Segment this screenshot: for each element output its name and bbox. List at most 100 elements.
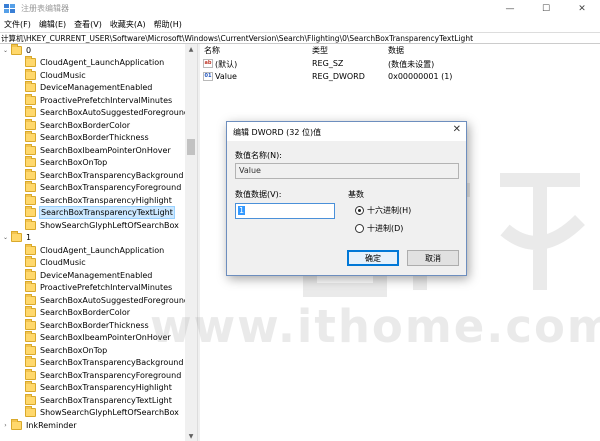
value-data: (数值未设置): [388, 60, 435, 69]
tree-node-label: SearchBoxIbeamPointerOnHover: [40, 333, 171, 343]
tree-node[interactable]: SearchBoxBorderThickness: [25, 318, 150, 332]
menu-favorites[interactable]: 收藏夹(A): [106, 19, 150, 30]
collapse-icon[interactable]: ⌄: [2, 234, 9, 241]
tree-node[interactable]: ShowSearchGlyphLeftOfSearchBox: [25, 218, 180, 232]
string-value-icon: ab: [203, 59, 213, 68]
folder-icon: [25, 406, 36, 418]
tree-node[interactable]: SearchBoxBorderColor: [25, 118, 131, 132]
column-type-header[interactable]: 类型: [312, 45, 328, 56]
tree-node[interactable]: SearchBoxTransparencyBackground: [25, 168, 184, 182]
radio-hexadecimal[interactable]: 十六进制(H): [355, 205, 411, 216]
ok-button[interactable]: 确定: [347, 250, 399, 266]
tree-node[interactable]: ProactivePrefetchIntervalMinutes: [25, 93, 173, 107]
menu-view[interactable]: 查看(V): [70, 19, 106, 30]
tree-node[interactable]: SearchBoxTransparencyHighlight: [25, 193, 173, 207]
folder-icon: [25, 331, 36, 343]
tree-node[interactable]: ProactivePrefetchIntervalMinutes: [25, 281, 173, 295]
tree-node[interactable]: SearchBoxTransparencyForeground: [25, 368, 182, 382]
collapse-icon[interactable]: ⌄: [2, 47, 9, 54]
tree-node-label: SearchBoxAutoSuggestedForegroundCo: [40, 295, 185, 305]
tree-node[interactable]: CloudMusic: [25, 256, 87, 270]
tree-node[interactable]: SearchBoxAutoSuggestedForegroundCo: [25, 106, 185, 120]
close-button[interactable]: ✕: [564, 0, 600, 17]
tree-node[interactable]: CloudAgent_LaunchApplication: [25, 56, 165, 70]
tree-node[interactable]: SearchBoxAutoSuggestedForegroundCo: [25, 293, 185, 307]
cancel-button[interactable]: 取消: [407, 250, 459, 266]
value-row-default[interactable]: ab (默认) REG_SZ (数值未设置): [200, 58, 600, 70]
tree-node[interactable]: SearchBoxOnTop: [25, 156, 108, 170]
value-name: (默认): [215, 60, 238, 69]
radio-decimal[interactable]: 十进制(D): [355, 223, 403, 234]
value-data-text: 1: [238, 206, 246, 215]
tree-node-label: SearchBoxOnTop: [40, 345, 108, 355]
menu-edit[interactable]: 编辑(E): [35, 19, 70, 30]
menu-bar: 文件(F) 编辑(E) 查看(V) 收藏夹(A) 帮助(H): [0, 17, 600, 32]
folder-icon: [25, 131, 36, 143]
menu-help[interactable]: 帮助(H): [150, 19, 186, 30]
dword-value-icon: 01: [203, 72, 213, 81]
folder-icon: [25, 293, 36, 305]
tree-node-label: CloudAgent_LaunchApplication: [40, 245, 165, 255]
tree-node[interactable]: DeviceManagementEnabled: [25, 81, 153, 95]
column-name-header[interactable]: 名称: [204, 45, 220, 56]
tree-node[interactable]: SearchBoxBorderColor: [25, 306, 131, 320]
tree-node[interactable]: SearchBoxIbeamPointerOnHover: [25, 331, 172, 345]
value-name: Value: [215, 72, 237, 81]
tree-node-label: InkReminder: [26, 420, 77, 430]
folder-icon: [25, 81, 36, 93]
maximize-button[interactable]: ☐: [528, 0, 564, 17]
value-type: REG_SZ: [312, 59, 344, 68]
tree-node[interactable]: SearchBoxTransparencyForeground: [25, 181, 182, 195]
minimize-button[interactable]: —: [492, 0, 528, 17]
tree-node-label: ShowSearchGlyphLeftOfSearchBox: [40, 220, 179, 230]
tree-node-1[interactable]: ⌄ 1: [2, 231, 32, 245]
tree-node[interactable]: CloudAgent_LaunchApplication: [25, 243, 165, 257]
tree-node[interactable]: SearchBoxTransparencyTextLight: [25, 206, 175, 220]
column-data-header[interactable]: 数据: [388, 45, 404, 56]
tree-scrollbar[interactable]: ▲ ▼: [185, 44, 197, 441]
tree-node[interactable]: DeviceManagementEnabled: [25, 268, 153, 282]
radio-dec-label: 十进制(D): [367, 224, 404, 233]
tree-node-label: SearchBoxBorderThickness: [40, 133, 149, 143]
tree-node-label: SearchBoxBorderColor: [40, 120, 131, 130]
value-type: REG_DWORD: [312, 72, 365, 81]
folder-icon: [25, 106, 36, 118]
scroll-down-icon[interactable]: ▼: [185, 431, 197, 441]
tree-node[interactable]: CloudMusic: [25, 68, 87, 82]
scroll-thumb[interactable]: [187, 139, 195, 155]
tree-node-label: DeviceManagementEnabled: [40, 83, 153, 93]
value-row-value[interactable]: 01 Value REG_DWORD 0x00000001 (1): [200, 71, 600, 83]
dialog-close-icon[interactable]: ✕: [453, 124, 461, 135]
tree-node[interactable]: ShowSearchGlyphLeftOfSearchBox: [25, 406, 180, 420]
tree-node[interactable]: SearchBoxTransparencyTextLight: [25, 393, 173, 407]
tree-node-0[interactable]: ⌄ 0: [2, 44, 32, 57]
folder-icon: [25, 193, 36, 205]
tree-node-label: CloudAgent_LaunchApplication: [40, 58, 165, 68]
address-bar[interactable]: 计算机\HKEY_CURRENT_USER\Software\Microsoft…: [0, 32, 600, 44]
radio-unchecked-icon[interactable]: [355, 224, 364, 233]
scroll-up-icon[interactable]: ▲: [185, 44, 197, 54]
tree-node[interactable]: SearchBoxOnTop: [25, 343, 108, 357]
folder-open-icon: [11, 231, 22, 243]
tree-node-label: SearchBoxTransparencyTextLight: [39, 206, 175, 220]
expand-icon[interactable]: ›: [2, 422, 9, 429]
folder-icon: [25, 281, 36, 293]
tree-node-inkreminder[interactable]: › InkReminder: [2, 418, 78, 432]
folder-icon: [25, 343, 36, 355]
tree-node-label: SearchBoxAutoSuggestedForegroundCo: [40, 108, 185, 118]
tree-node[interactable]: SearchBoxBorderThickness: [25, 131, 150, 145]
folder-icon: [25, 393, 36, 405]
tree-node-label: CloudMusic: [40, 70, 86, 80]
menu-file[interactable]: 文件(F): [0, 19, 35, 30]
tree-node-label: SearchBoxTransparencyHighlight: [40, 195, 172, 205]
registry-tree[interactable]: ⌄ 0 CloudAgent_LaunchApplication CloudMus…: [0, 44, 185, 441]
folder-icon: [25, 206, 36, 218]
tree-node-label: SearchBoxIbeamPointerOnHover: [40, 145, 171, 155]
tree-node-label: ShowSearchGlyphLeftOfSearchBox: [40, 408, 179, 418]
tree-node-label: SearchBoxTransparencyTextLight: [40, 395, 172, 405]
tree-node[interactable]: SearchBoxTransparencyBackground: [25, 356, 184, 370]
tree-node[interactable]: SearchBoxTransparencyHighlight: [25, 381, 173, 395]
tree-node[interactable]: SearchBoxIbeamPointerOnHover: [25, 143, 172, 157]
value-data-input[interactable]: 1: [235, 203, 335, 219]
radio-checked-icon[interactable]: [355, 206, 364, 215]
